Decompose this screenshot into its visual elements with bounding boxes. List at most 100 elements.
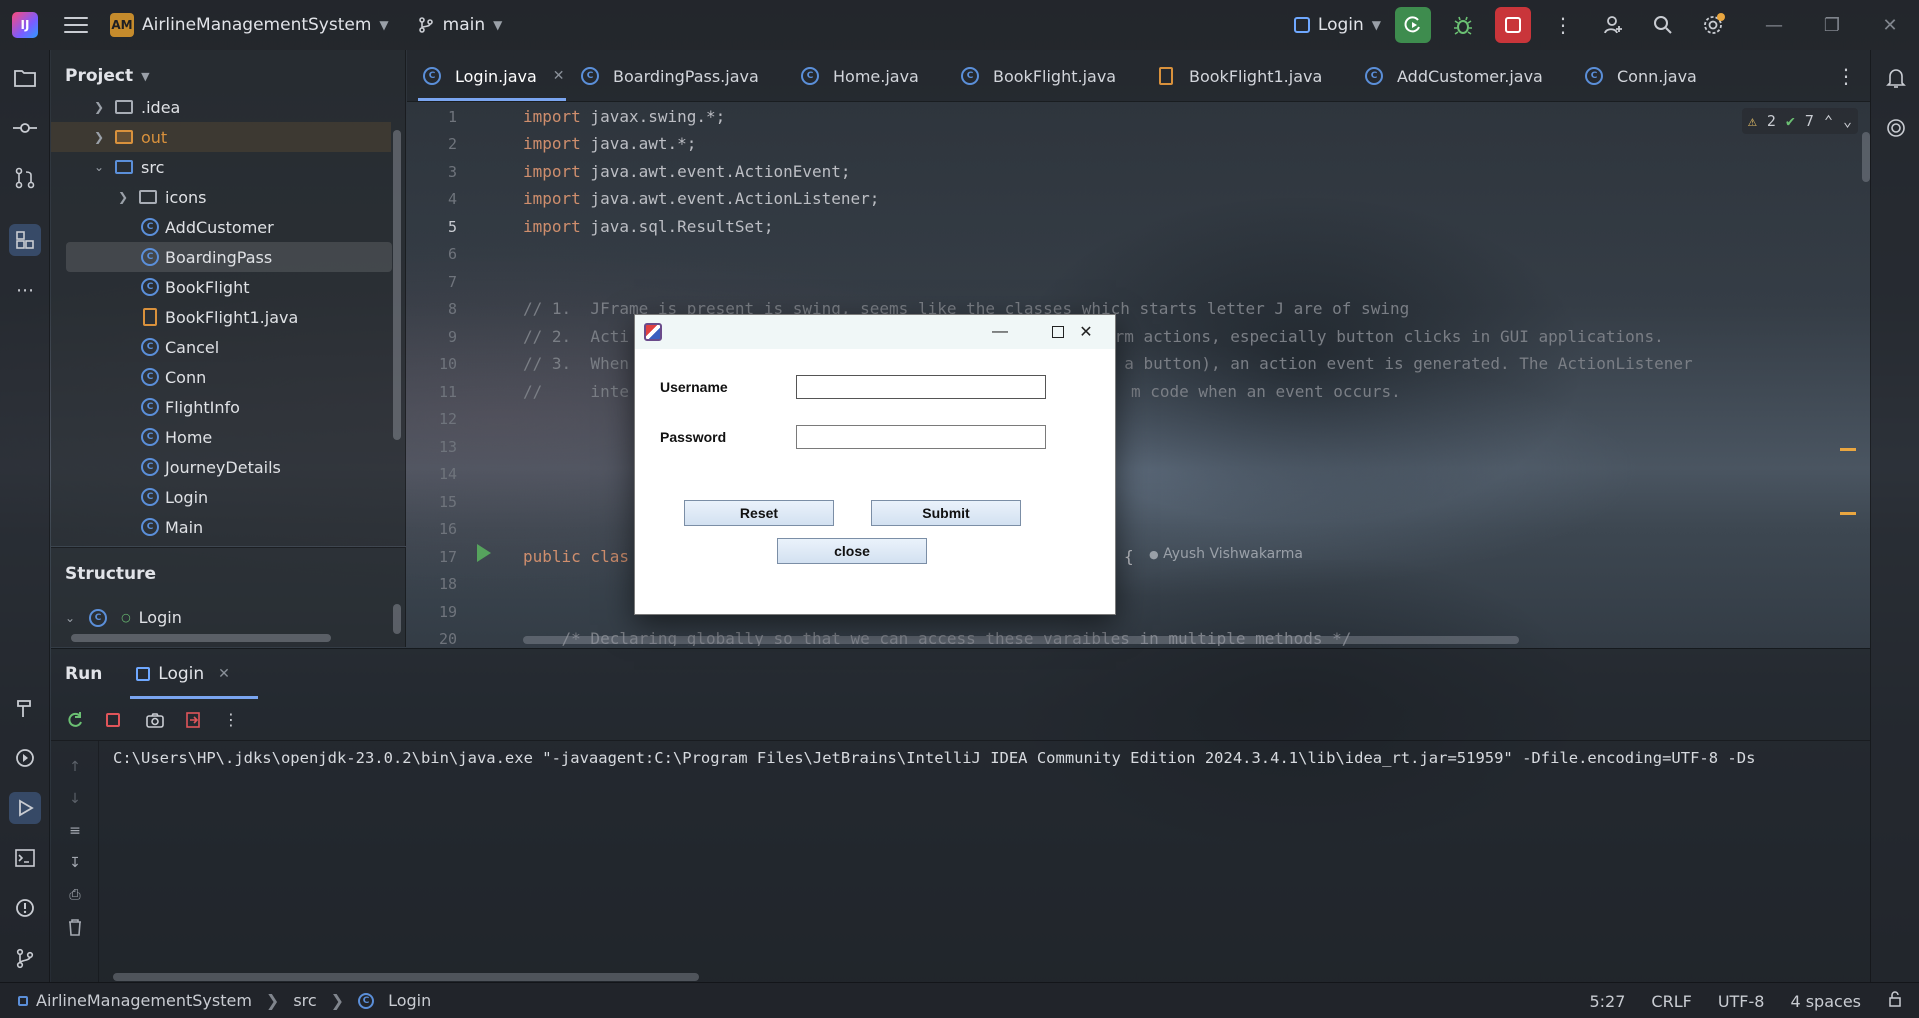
problems-icon[interactable] — [9, 892, 41, 924]
tree-item-login[interactable]: C Login — [51, 482, 391, 512]
chevron-right-icon: ❯ — [93, 130, 105, 144]
commit-icon[interactable] — [9, 112, 41, 144]
caret-position[interactable]: 5:27 — [1589, 992, 1625, 1011]
rerun-icon[interactable] — [59, 704, 91, 736]
services-icon[interactable] — [9, 742, 41, 774]
console-output[interactable]: C:\Users\HP\.jdks\openjdk-23.0.2\bin\jav… — [113, 749, 1868, 767]
arrow-up-icon[interactable]: ↑ — [63, 755, 87, 779]
rerun-button[interactable] — [1395, 7, 1431, 43]
tree-item-src[interactable]: ⌄ src — [51, 152, 391, 182]
username-input[interactable] — [796, 375, 1046, 399]
line-separator[interactable]: CRLF — [1651, 992, 1691, 1011]
terminal-icon[interactable] — [9, 842, 41, 874]
branch-selector[interactable]: main ▼ — [417, 15, 502, 35]
run-config-selector[interactable]: Login ▼ — [1293, 15, 1381, 35]
close-button[interactable]: close — [777, 538, 927, 564]
intellij-logo-icon[interactable]: IJ — [12, 12, 38, 38]
exit-icon[interactable] — [177, 704, 209, 736]
console-hscrollbar[interactable] — [113, 973, 699, 981]
file-encoding[interactable]: UTF-8 — [1718, 992, 1765, 1011]
project-scrollbar[interactable] — [393, 130, 401, 440]
tree-item-out[interactable]: ❯ out — [51, 122, 391, 152]
dialog-minimize-icon[interactable]: — — [971, 315, 1029, 349]
more-actions-icon[interactable]: ⋮ — [1545, 7, 1581, 43]
password-input[interactable] — [796, 425, 1046, 449]
chevron-down-icon[interactable]: ⌄ — [1843, 112, 1852, 130]
git-icon[interactable] — [9, 942, 41, 974]
project-folder-icon[interactable] — [9, 62, 41, 94]
run-tool-icon[interactable] — [9, 792, 41, 824]
tab-boardingpass-java[interactable]: C BoardingPass.java — [581, 50, 759, 102]
dialog-titlebar[interactable]: — ✕ — [635, 315, 1115, 349]
reset-button[interactable]: Reset — [684, 500, 834, 526]
editor-hscrollbar[interactable] — [523, 636, 1519, 644]
tabs-more-icon[interactable]: ⋮ — [1836, 64, 1856, 88]
run-tab-login[interactable]: Login ✕ — [130, 649, 258, 699]
error-stripe-marker[interactable] — [1840, 512, 1856, 515]
tree-item-main[interactable]: C Main — [51, 512, 391, 542]
breadcrumb-item[interactable]: AirlineManagementSystem — [36, 991, 252, 1010]
project-panel-title[interactable]: Project ▼ — [65, 66, 150, 86]
scroll-to-end-icon[interactable]: ↧ — [63, 851, 87, 875]
tab-bookflight-java[interactable]: C BookFlight.java — [961, 50, 1116, 102]
project-selector[interactable]: AM AirlineManagementSystem ▼ — [110, 13, 389, 37]
run-gutter-icon[interactable] — [477, 544, 491, 562]
lock-icon[interactable] — [1887, 991, 1903, 1011]
camera-icon[interactable] — [139, 704, 171, 736]
tree-item-idea[interactable]: ❯ .idea — [51, 92, 391, 122]
code-editor[interactable]: 1 2 3 4 5 6 7 8 9 10 11 12 13 14 15 16 1… — [407, 102, 1870, 646]
build-hammer-icon[interactable] — [9, 692, 41, 724]
tab-login-java[interactable]: C Login.java ✕ — [423, 50, 565, 102]
code-line: import javax.swing.*; — [523, 107, 725, 126]
dialog-close-icon[interactable]: ✕ — [1057, 315, 1115, 349]
inspections-widget[interactable]: ⚠ 2 ✔ 7 ⌃ ⌄ — [1741, 108, 1858, 134]
tree-item-boardingpass[interactable]: C BoardingPass — [66, 242, 392, 272]
tree-item-flightinfo[interactable]: C FlightInfo — [51, 392, 391, 422]
soft-wrap-icon[interactable]: ≡ — [63, 819, 87, 843]
tab-conn-java[interactable]: C Conn.java — [1585, 50, 1697, 102]
trash-icon[interactable] — [63, 915, 87, 939]
main-menu-icon[interactable] — [64, 15, 88, 35]
close-tab-icon[interactable]: ✕ — [553, 68, 565, 84]
structure-root-item[interactable]: ⌄ C ○ Login — [65, 608, 182, 627]
tree-item-addcustomer[interactable]: C AddCustomer — [51, 212, 391, 242]
structure-vscrollbar[interactable] — [393, 604, 401, 634]
tree-item-bookflight1[interactable]: BookFlight1.java — [51, 302, 391, 332]
author-hint[interactable]: ● Ayush Vishwakarma — [1149, 546, 1303, 562]
ai-assistant-icon[interactable] — [1880, 112, 1912, 144]
minimize-window-icon[interactable]: — — [1745, 0, 1803, 50]
tab-bookflight1-java[interactable]: BookFlight1.java — [1159, 50, 1322, 102]
breadcrumb-item[interactable]: src — [293, 991, 316, 1010]
code-with-me-icon[interactable] — [1595, 7, 1631, 43]
print-icon[interactable]: ⎙ — [63, 883, 87, 907]
breadcrumb-item[interactable]: Login — [388, 991, 431, 1010]
notifications-bell-icon[interactable] — [1880, 62, 1912, 94]
debug-button[interactable] — [1445, 7, 1481, 43]
tree-item-bookflight[interactable]: C BookFlight — [51, 272, 391, 302]
close-window-icon[interactable]: ✕ — [1861, 0, 1919, 50]
tab-addcustomer-java[interactable]: C AddCustomer.java — [1365, 50, 1543, 102]
arrow-down-icon[interactable]: ↓ — [63, 787, 87, 811]
tree-item-cancel[interactable]: C Cancel — [51, 332, 391, 362]
chevron-up-icon[interactable]: ⌃ — [1824, 112, 1833, 130]
plugins-icon[interactable] — [9, 224, 41, 256]
editor-vscrollbar[interactable] — [1862, 132, 1870, 182]
search-icon[interactable] — [1645, 7, 1681, 43]
pull-requests-icon[interactable] — [9, 162, 41, 194]
restore-window-icon[interactable]: ❐ — [1803, 0, 1861, 50]
tree-item-conn[interactable]: C Conn — [51, 362, 391, 392]
tree-item-home[interactable]: C Home — [51, 422, 391, 452]
error-stripe-marker[interactable] — [1840, 448, 1856, 451]
tab-home-java[interactable]: C Home.java — [801, 50, 919, 102]
stop-icon[interactable] — [97, 704, 129, 736]
tree-item-journeydetails[interactable]: C JourneyDetails — [51, 452, 391, 482]
structure-hscrollbar[interactable] — [71, 634, 331, 642]
tree-item-icons[interactable]: ❯ icons — [51, 182, 391, 212]
submit-button[interactable]: Submit — [871, 500, 1021, 526]
settings-gear-icon[interactable] — [1695, 7, 1731, 43]
stop-button[interactable] — [1495, 7, 1531, 43]
close-tab-icon[interactable]: ✕ — [218, 666, 230, 682]
indent-setting[interactable]: 4 spaces — [1790, 992, 1861, 1011]
more-tools-icon[interactable]: ⋯ — [9, 274, 41, 306]
more-options-icon[interactable]: ⋮ — [215, 704, 247, 736]
